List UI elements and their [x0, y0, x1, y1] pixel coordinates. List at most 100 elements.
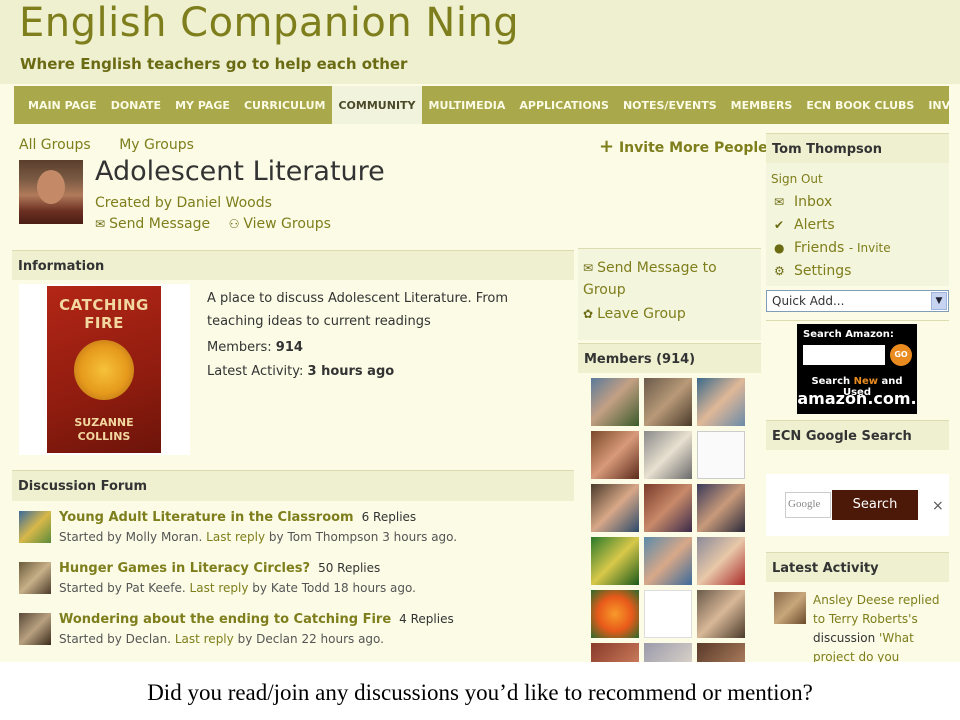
member-avatar[interactable]	[591, 484, 639, 532]
google-search-panel: Google Search ×	[766, 474, 949, 536]
group-owner-avatar[interactable]	[19, 160, 83, 224]
nav-donate[interactable]: DONATE	[104, 86, 168, 124]
topic-author-avatar[interactable]	[19, 562, 51, 594]
nav-notes-events[interactable]: NOTES/EVENTS	[616, 86, 724, 124]
information-heading: Information	[12, 250, 574, 280]
group-title: Adolescent Literature	[95, 156, 385, 187]
friends-link[interactable]: ● Friends - Invite	[774, 240, 891, 256]
alerts-link[interactable]: ✔ Alerts	[774, 217, 835, 233]
all-groups-link[interactable]: All Groups	[19, 137, 91, 153]
latest-activity-heading: Latest Activity	[766, 552, 949, 582]
amazon-logo[interactable]: amazon.com.	[797, 389, 917, 408]
amazon-go-button[interactable]: GO	[890, 344, 912, 366]
envelope-icon: ✉	[95, 217, 106, 231]
inbox-link[interactable]: ✉ Inbox	[774, 194, 832, 210]
member-avatar[interactable]	[591, 431, 639, 479]
topic-title-link[interactable]: Hunger Games in Literacy Circles?	[59, 561, 310, 576]
topic-replies: 6 Replies	[361, 510, 417, 524]
member-avatar[interactable]	[697, 484, 745, 532]
binoculars-icon: ⚇	[228, 217, 240, 231]
google-search-input[interactable]: Google	[785, 492, 831, 518]
user-panel: Sign Out ✉ Inbox ✔ Alerts ● Friends - Invit…	[766, 163, 949, 286]
settings-link[interactable]: ⚙ Settings	[774, 263, 851, 279]
members-heading: Members (914)	[578, 343, 761, 373]
member-avatar[interactable]	[697, 643, 745, 662]
google-search-button[interactable]: Search	[832, 490, 918, 520]
topic-title-link[interactable]: Young Adult Literature in the Classroom	[59, 510, 354, 525]
information-panel: CATCHING FIRE SUZANNE COLLINS A place to…	[12, 280, 574, 460]
activity-entry: Ansley Deese replied to Terry Roberts's …	[813, 593, 940, 662]
group-actions-panel: ✉ Send Message to Group ✿ Leave Group	[578, 248, 761, 340]
close-icon[interactable]: ×	[932, 498, 944, 514]
member-avatar[interactable]	[644, 537, 692, 585]
site-title[interactable]: English Companion Ning	[19, 0, 519, 46]
nav-applications[interactable]: APPLICATIONS	[512, 86, 616, 124]
paw-icon: ✿	[583, 307, 594, 321]
activity-target-link[interactable]: Terry Roberts's	[829, 612, 918, 626]
member-avatar[interactable]	[591, 590, 639, 638]
my-groups-link[interactable]: My Groups	[119, 137, 194, 153]
nav-members[interactable]: MEMBERS	[724, 86, 800, 124]
group-nav-links: All Groups My Groups	[19, 137, 218, 153]
leave-group-link[interactable]: ✿ Leave Group	[583, 306, 686, 322]
discussion-forum-heading: Discussion Forum	[12, 470, 574, 501]
member-avatar[interactable]	[644, 378, 692, 426]
member-avatar[interactable]	[591, 537, 639, 585]
invite-more-label: Invite More People	[618, 140, 768, 156]
member-avatar[interactable]	[644, 431, 692, 479]
amazon-search-input[interactable]	[803, 345, 885, 365]
member-avatar[interactable]	[591, 643, 639, 662]
nav-curriculum[interactable]: CURRICULUM	[237, 86, 333, 124]
chevron-down-icon[interactable]: ▼	[931, 292, 947, 310]
invite-more-link[interactable]: + Invite More People	[599, 136, 768, 157]
group-description: A place to discuss Adolescent Literature…	[207, 291, 509, 329]
members-count: Members: 914	[207, 340, 303, 355]
amazon-widget: Search Amazon: GO Search New and Used am…	[766, 320, 949, 416]
topic-author-avatar[interactable]	[19, 613, 51, 645]
latest-activity-time: Latest Activity: 3 hours ago	[207, 364, 395, 379]
topic-replies: 50 Replies	[318, 561, 381, 575]
send-message-to-group-link[interactable]: ✉ Send Message to Group	[583, 257, 758, 301]
gear-icon: ⚙	[774, 264, 785, 278]
nav-main-page[interactable]: MAIN PAGE	[14, 86, 104, 124]
user-name-heading[interactable]: Tom Thompson	[766, 133, 949, 163]
send-message-link[interactable]: ✉ Send Message	[95, 216, 215, 232]
site-tagline: Where English teachers go to help each o…	[20, 55, 408, 73]
nav-book-clubs[interactable]: ECN BOOK CLUBS	[799, 86, 921, 124]
activity-actor-link[interactable]: Ansley Deese	[813, 593, 894, 607]
envelope-icon: ✉	[774, 195, 785, 209]
quick-add-select[interactable]: Quick Add... ▼	[766, 290, 949, 312]
member-avatar[interactable]	[644, 590, 692, 638]
nav-invite[interactable]: INVITE	[921, 86, 960, 124]
topic-author-avatar[interactable]	[19, 511, 51, 543]
group-created-by[interactable]: Created by Daniel Woods	[95, 195, 272, 211]
plus-icon: +	[599, 136, 615, 157]
last-reply-link[interactable]: Last reply	[175, 632, 234, 646]
envelope-icon: ✉	[583, 261, 594, 275]
mockingjay-emblem	[74, 340, 134, 400]
last-reply-link[interactable]: Last reply	[190, 581, 249, 595]
topic-title-link[interactable]: Wondering about the ending to Catching F…	[59, 612, 391, 627]
member-avatar[interactable]	[697, 537, 745, 585]
topic-replies: 4 Replies	[399, 612, 454, 626]
sign-out-link[interactable]: Sign Out	[771, 172, 823, 186]
member-avatar[interactable]	[591, 378, 639, 426]
group-actions: ✉ Send Message ⚇ View Groups	[95, 216, 345, 232]
view-groups-link[interactable]: ⚇ View Groups	[229, 216, 331, 232]
last-reply-link[interactable]: Last reply	[206, 530, 265, 544]
member-avatar[interactable]	[644, 643, 692, 662]
nav-my-page[interactable]: MY PAGE	[168, 86, 237, 124]
member-avatar[interactable]	[697, 431, 745, 479]
member-avatar[interactable]	[697, 378, 745, 426]
member-avatar[interactable]	[697, 590, 745, 638]
nav-community[interactable]: COMMUNITY	[332, 86, 422, 124]
site-header: English Companion Ning Where English tea…	[0, 0, 960, 84]
activity-avatar[interactable]	[774, 592, 806, 624]
book-author: SUZANNE COLLINS	[74, 416, 134, 443]
book-cover-image: CATCHING FIRE SUZANNE COLLINS	[19, 284, 190, 455]
nav-multimedia[interactable]: MULTIMEDIA	[422, 86, 513, 124]
member-avatar[interactable]	[644, 484, 692, 532]
forum-topic: Young Adult Literature in the Classroom 6…	[19, 510, 574, 554]
amazon-search-box: Search Amazon: GO Search New and Used am…	[797, 324, 917, 414]
invite-friends-link[interactable]: - Invite	[849, 241, 891, 255]
